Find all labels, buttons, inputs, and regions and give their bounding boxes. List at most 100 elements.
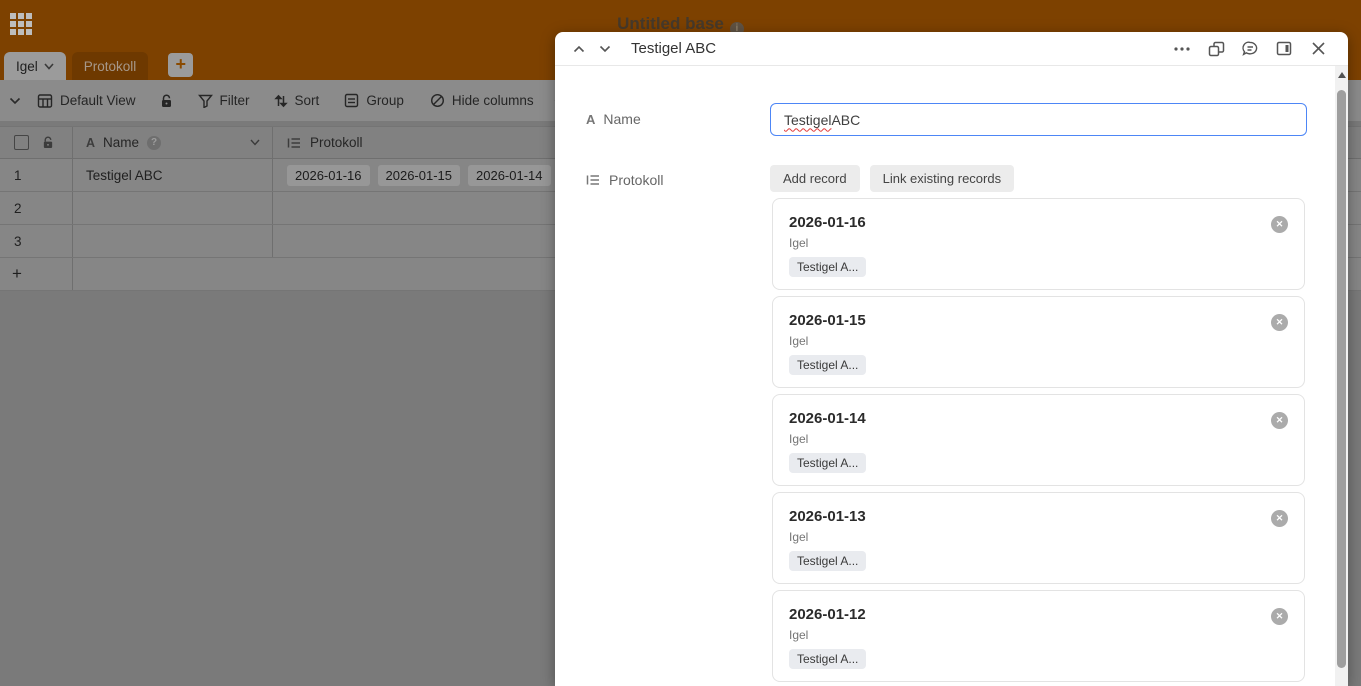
linked-record-card[interactable]: 2026-01-16 Igel Testigel A... ✕ bbox=[772, 198, 1305, 290]
default-view-button[interactable]: Default View bbox=[37, 93, 136, 109]
linked-record-table: Igel bbox=[789, 432, 809, 446]
add-row-cell[interactable]: + bbox=[0, 258, 73, 290]
remove-link-icon[interactable]: ✕ bbox=[1271, 608, 1288, 625]
sort-button[interactable]: Sort bbox=[273, 93, 320, 108]
linked-record-chip: Testigel A... bbox=[789, 355, 867, 375]
next-record-chevron-down-icon[interactable] bbox=[595, 39, 615, 59]
scrollbar-thumb[interactable] bbox=[1337, 90, 1346, 668]
comment-icon[interactable] bbox=[1240, 39, 1260, 59]
group-button[interactable]: Group bbox=[344, 93, 404, 108]
linked-record-title: 2026-01-15 bbox=[789, 312, 866, 329]
row-number: 2 bbox=[0, 192, 73, 224]
toggle-panel-icon[interactable] bbox=[1274, 39, 1294, 59]
linked-record-card[interactable]: 2026-01-15 Igel Testigel A... ✕ bbox=[772, 296, 1305, 388]
name-value-rest: ABC bbox=[831, 111, 861, 128]
screen: Untitled base i Igel Protokoll + Default … bbox=[0, 0, 1361, 686]
sort-arrows-icon bbox=[273, 94, 288, 108]
row-number: 3 bbox=[0, 225, 73, 257]
text-field-icon: A bbox=[586, 111, 596, 127]
collapse-views-chevron-icon[interactable] bbox=[9, 97, 21, 105]
filter-label: Filter bbox=[219, 93, 250, 108]
name-field-row: A Name Testigel ABC bbox=[586, 103, 1335, 136]
add-table-button[interactable]: + bbox=[168, 53, 194, 77]
modal-body: A Name Testigel ABC Protokoll Add record… bbox=[555, 66, 1335, 686]
text-field-icon: A bbox=[86, 135, 96, 150]
linked-record-title: 2026-01-14 bbox=[789, 410, 866, 427]
more-options-icon[interactable] bbox=[1172, 39, 1192, 59]
linked-record-chip: Testigel A... bbox=[789, 453, 867, 473]
add-record-button[interactable]: Add record bbox=[770, 165, 860, 192]
record-detail-modal: Testigel ABC A Name Testigel ABC Protoko… bbox=[555, 32, 1348, 686]
row-number: 1 bbox=[0, 159, 73, 191]
protokoll-field-control: Add record Link existing records 2026-01… bbox=[770, 165, 1305, 686]
linked-record-card[interactable]: 2026-01-12 Igel Testigel A... ✕ bbox=[772, 590, 1305, 682]
column-protokoll-label: Protokoll bbox=[310, 135, 363, 150]
linked-record-cards: 2026-01-16 Igel Testigel A... ✕ 2026-01-… bbox=[772, 198, 1305, 682]
linked-record-chip: Testigel A... bbox=[789, 257, 867, 277]
tab-protokoll[interactable]: Protokoll bbox=[71, 52, 149, 80]
copy-record-icon[interactable] bbox=[1206, 39, 1226, 59]
linked-record-card[interactable]: 2026-01-14 Igel Testigel A... ✕ bbox=[772, 394, 1305, 486]
plus-icon: + bbox=[12, 264, 22, 283]
modal-header: Testigel ABC bbox=[555, 32, 1348, 66]
column-menu-chevron-icon[interactable] bbox=[250, 139, 260, 146]
filter-funnel-icon bbox=[197, 94, 213, 108]
linked-chip[interactable]: 2026-01-14 bbox=[468, 164, 551, 186]
linked-chip[interactable]: 2026-01-16 bbox=[287, 164, 370, 186]
modal-scrollbar[interactable] bbox=[1335, 66, 1348, 686]
hide-columns-label: Hide columns bbox=[451, 93, 534, 108]
linked-record-chip: Testigel A... bbox=[789, 649, 867, 669]
chevron-down-icon[interactable] bbox=[44, 62, 54, 70]
tab-protokoll-label: Protokoll bbox=[83, 58, 137, 74]
name-input[interactable]: Testigel ABC bbox=[770, 103, 1307, 136]
base-title-text: Untitled base bbox=[617, 14, 724, 33]
plus-icon: + bbox=[175, 54, 187, 74]
linked-record-title: 2026-01-12 bbox=[789, 606, 866, 623]
protokoll-field-row: Protokoll Add record Link existing recor… bbox=[586, 165, 1335, 686]
tab-igel-label: Igel bbox=[16, 58, 38, 74]
remove-link-icon[interactable]: ✕ bbox=[1271, 510, 1288, 527]
eye-off-icon bbox=[430, 93, 445, 108]
sort-label: Sort bbox=[294, 93, 320, 108]
default-view-label: Default View bbox=[60, 93, 136, 108]
linked-record-table: Igel bbox=[789, 628, 809, 642]
linked-record-title: 2026-01-16 bbox=[789, 214, 866, 231]
linked-record-table: Igel bbox=[789, 334, 809, 348]
select-all-cell bbox=[0, 127, 73, 158]
link-field-icon bbox=[287, 137, 302, 149]
previous-record-chevron-up-icon[interactable] bbox=[569, 39, 589, 59]
linked-record-title: 2026-01-13 bbox=[789, 508, 866, 525]
filter-button[interactable]: Filter bbox=[197, 93, 250, 108]
scroll-up-arrow-icon[interactable] bbox=[1337, 72, 1346, 78]
remove-link-icon[interactable]: ✕ bbox=[1271, 314, 1288, 331]
name-value-word: Testigel bbox=[784, 111, 832, 128]
group-label: Group bbox=[366, 93, 404, 108]
cell-name[interactable]: Testigel ABC bbox=[73, 159, 273, 191]
grid-view-icon bbox=[37, 93, 53, 109]
protokoll-buttons: Add record Link existing records bbox=[770, 165, 1305, 192]
modal-actions bbox=[1172, 39, 1328, 59]
linked-record-card[interactable]: 2026-01-13 Igel Testigel A... ✕ bbox=[772, 492, 1305, 584]
linked-record-table: Igel bbox=[789, 530, 809, 544]
linked-record-table: Igel bbox=[789, 236, 809, 250]
link-existing-records-button[interactable]: Link existing records bbox=[869, 165, 1015, 192]
select-all-checkbox[interactable] bbox=[14, 135, 29, 150]
hide-columns-button[interactable]: Hide columns bbox=[430, 93, 534, 108]
help-icon[interactable]: ? bbox=[147, 135, 162, 150]
table-tabs: Igel Protokoll + bbox=[4, 52, 194, 80]
protokoll-field-label: Protokoll bbox=[586, 165, 770, 188]
protokoll-label-text: Protokoll bbox=[609, 172, 664, 188]
close-icon[interactable] bbox=[1308, 39, 1328, 59]
remove-link-icon[interactable]: ✕ bbox=[1271, 412, 1288, 429]
tab-igel[interactable]: Igel bbox=[4, 52, 66, 80]
record-title: Testigel ABC bbox=[631, 40, 717, 57]
column-header-name[interactable]: A Name ? bbox=[73, 127, 273, 158]
link-field-icon bbox=[586, 174, 601, 186]
cell-name[interactable] bbox=[73, 225, 273, 257]
linked-chip[interactable]: 2026-01-15 bbox=[377, 164, 460, 186]
remove-link-icon[interactable]: ✕ bbox=[1271, 216, 1288, 233]
lock-icon[interactable] bbox=[160, 94, 173, 108]
cell-name[interactable] bbox=[73, 192, 273, 224]
linked-record-chip: Testigel A... bbox=[789, 551, 867, 571]
column-name-label: Name bbox=[103, 135, 140, 150]
